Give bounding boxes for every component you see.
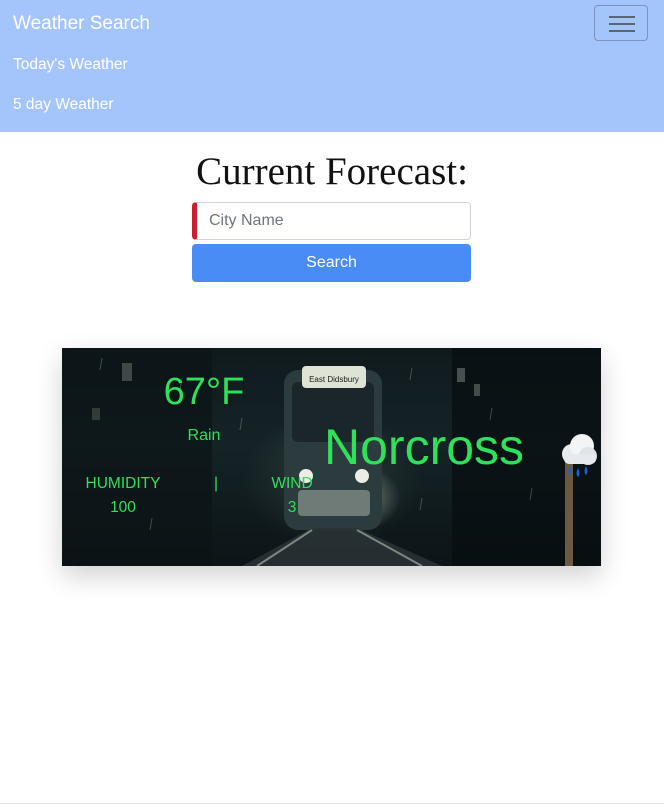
navbar: Weather Search Today's Weather 5 day Wea… [0, 0, 664, 132]
navbar-toggler-button[interactable] [594, 5, 648, 41]
humidity-label: HUMIDITY [85, 475, 161, 492]
brand-link[interactable]: Weather Search [13, 13, 150, 35]
hamburger-menu-icon-bar [609, 23, 635, 25]
humidity-value: 100 [110, 499, 136, 516]
stat-separator: | [213, 475, 219, 492]
hamburger-menu-icon-bar [609, 30, 635, 32]
city-search-input[interactable] [192, 202, 471, 240]
tram-destination-sign: East Didsbury [309, 375, 359, 384]
hamburger-menu-icon [609, 16, 635, 18]
nav-link-5-day-weather[interactable]: 5 day Weather [13, 96, 114, 114]
wind-label: WIND [271, 475, 313, 492]
city-name: Norcross [324, 419, 525, 475]
weather-condition: Rain [187, 427, 221, 444]
page-bottom-border [0, 803, 664, 804]
rain-cloud-icon [562, 434, 597, 477]
page-title: Current Forecast: [196, 150, 468, 193]
temperature-value: 67°F [163, 371, 245, 413]
search-button[interactable]: Search [192, 244, 471, 282]
wind-value: 3 [287, 499, 297, 516]
nav-link-todays-weather[interactable]: Today's Weather [13, 56, 128, 74]
weather-card: East Didsbury 67°F Rain Norcross HUMIDIT… [62, 348, 601, 566]
